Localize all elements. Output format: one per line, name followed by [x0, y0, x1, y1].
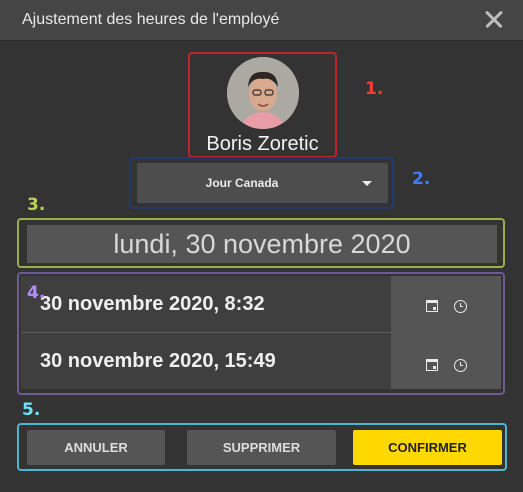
close-icon[interactable]: [481, 6, 507, 32]
cancel-button[interactable]: ANNULER: [27, 430, 165, 465]
annotation-label-1: 1.: [365, 79, 384, 99]
punch-row: 30 novembre 2020, 15:49: [21, 333, 391, 389]
schedule-type-dropdown[interactable]: Jour Canada: [137, 163, 388, 203]
annotation-label-4: 4.: [27, 283, 46, 303]
schedule-type-value: Jour Canada: [205, 176, 279, 190]
dialog-titlebar: Ajustement des heures de l'employé: [0, 0, 523, 41]
dialog-title: Ajustement des heures de l'employé: [22, 11, 280, 28]
clock-icon[interactable]: [454, 359, 467, 372]
calendar-icon[interactable]: [426, 300, 438, 312]
selected-date: lundi, 30 novembre 2020: [27, 225, 497, 263]
employee-name: Boris Zoretic: [206, 133, 319, 155]
punch-in-time: 30 novembre 2020, 8:32: [40, 293, 265, 315]
delete-button[interactable]: SUPPRIMER: [187, 430, 336, 465]
avatar-image: [227, 57, 299, 129]
annotation-label-2: 2.: [412, 169, 431, 189]
annotation-label-3: 3.: [27, 195, 46, 215]
punch-out-time: 30 novembre 2020, 15:49: [40, 350, 276, 372]
chevron-down-icon: [362, 181, 372, 186]
avatar: [227, 57, 299, 129]
confirm-button[interactable]: CONFIRMER: [353, 430, 502, 465]
calendar-icon[interactable]: [426, 359, 438, 371]
annotation-label-5: 5.: [22, 400, 41, 420]
punch-picker-column: [391, 276, 501, 389]
clock-icon[interactable]: [454, 300, 467, 313]
punch-row: 30 novembre 2020, 8:32: [21, 276, 391, 332]
